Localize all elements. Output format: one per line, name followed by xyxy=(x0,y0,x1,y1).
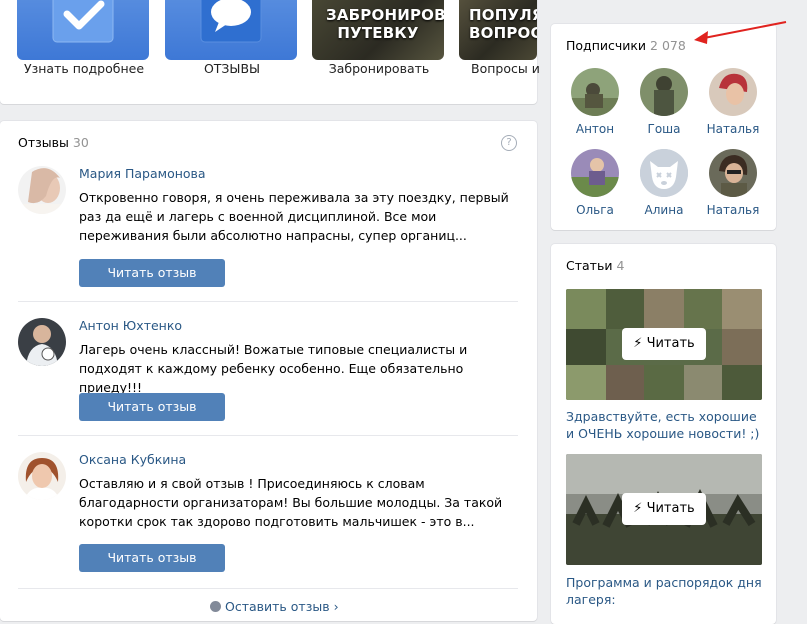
chevron-right-icon: › xyxy=(333,599,339,614)
avatar[interactable] xyxy=(709,149,757,197)
articles-title: Статьи xyxy=(566,258,613,273)
article-cover[interactable]: ⚡ Читать xyxy=(566,289,762,400)
reviews-card: Отзывы 30 ? Мария Парамонова Откровенно г… xyxy=(0,121,537,621)
subscribers-count: 2 078 xyxy=(650,38,686,53)
divider xyxy=(18,435,518,436)
tile-caption: ПОПУЛЯ ВОПРОС xyxy=(469,6,537,42)
subscriber-item[interactable]: Наталья xyxy=(701,149,765,217)
articles-count: 4 xyxy=(616,258,625,273)
lightning-icon: ⚡ xyxy=(633,501,643,516)
avatar[interactable] xyxy=(18,166,66,214)
avatar[interactable] xyxy=(640,68,688,116)
leave-review-link[interactable]: Оставить отзыв › xyxy=(210,599,339,614)
subscribers-card: Подписчики 2 078 Антон Гоша Наталья Ольга… xyxy=(551,24,776,230)
leave-review-label: Оставить отзыв xyxy=(225,599,330,614)
avatar[interactable] xyxy=(709,68,757,116)
avatar[interactable] xyxy=(640,149,688,197)
subscriber-item[interactable]: Алина xyxy=(632,149,696,217)
menu-item-learn-more[interactable]: Узнать подробнее xyxy=(17,0,151,76)
checkmark-icon xyxy=(52,0,114,43)
help-icon[interactable]: ? xyxy=(501,135,517,151)
menu-item-book[interactable]: ЗАБРОНИРОВАТЬ ПУТЕВКУ Забронировать xyxy=(312,0,446,76)
subscriber-name[interactable]: Антон xyxy=(563,122,627,136)
subscriber-item[interactable]: Ольга xyxy=(563,149,627,217)
read-review-button[interactable]: Читать отзыв xyxy=(79,259,225,287)
menu-card: Узнать подробнее ОТЗЫВЫ ЗАБРОНИРОВАТЬ ПУ… xyxy=(0,0,540,104)
review-author[interactable]: Оксана Кубкина xyxy=(79,452,186,467)
avatar[interactable] xyxy=(571,68,619,116)
menu-label: Вопросы и xyxy=(471,61,540,76)
read-review-button[interactable]: Читать отзыв xyxy=(79,544,225,572)
articles-card: Статьи 4 ⚡ Читать Здравствуйте, есть хоро… xyxy=(551,244,776,624)
divider xyxy=(18,588,518,589)
avatar[interactable] xyxy=(18,452,66,500)
avatar[interactable] xyxy=(571,149,619,197)
dot-icon xyxy=(210,601,221,612)
subscriber-item[interactable]: Наталья xyxy=(701,68,765,136)
menu-label: Узнать подробнее xyxy=(23,61,145,76)
articles-header[interactable]: Статьи 4 xyxy=(566,258,624,273)
read-label: Читать xyxy=(646,501,695,516)
avatar[interactable] xyxy=(18,318,66,366)
reviews-count: 30 xyxy=(72,135,89,150)
review-author[interactable]: Антон Юхтенко xyxy=(79,318,182,333)
default-avatar-icon xyxy=(640,149,688,197)
subscriber-item[interactable]: Антон xyxy=(563,68,627,136)
article-title[interactable]: Здравствуйте, есть хорошие и ОЧЕНЬ хорош… xyxy=(566,408,766,442)
subscriber-item[interactable]: Гоша xyxy=(632,68,696,136)
reviews-title: Отзывы xyxy=(18,135,69,150)
review-text: Откровенно говоря, я очень переживала за… xyxy=(79,190,509,243)
subscribers-header[interactable]: Подписчики 2 078 xyxy=(566,38,686,53)
reviews-header[interactable]: Отзывы 30 xyxy=(18,135,89,150)
lightning-icon: ⚡ xyxy=(633,336,643,351)
article-title[interactable]: Программа и распорядок дня лагеря: xyxy=(566,574,766,608)
read-article-button[interactable]: ⚡ Читать xyxy=(622,493,706,525)
read-article-button[interactable]: ⚡ Читать xyxy=(622,328,706,360)
subscriber-name[interactable]: Наталья xyxy=(701,122,765,136)
divider xyxy=(18,301,518,302)
subscriber-name[interactable]: Ольга xyxy=(563,203,627,217)
menu-tile[interactable]: ПОПУЛЯ ВОПРОС xyxy=(459,0,537,60)
menu-tile[interactable] xyxy=(17,0,149,60)
red-arrow-annotation xyxy=(694,21,787,44)
menu-tile[interactable] xyxy=(165,0,297,60)
subscriber-name[interactable]: Гоша xyxy=(632,122,696,136)
subscriber-name[interactable]: Алина xyxy=(632,203,696,217)
menu-label: Забронировать xyxy=(328,61,430,76)
menu-tile[interactable]: ЗАБРОНИРОВАТЬ ПУТЕВКУ xyxy=(312,0,444,60)
subscriber-name[interactable]: Наталья xyxy=(701,203,765,217)
tile-caption: ЗАБРОНИРОВАТЬ ПУТЕВКУ xyxy=(326,6,444,42)
review-text: Оставляю и я свой отзыв ! Присоединяюсь … xyxy=(79,476,503,529)
read-label: Читать xyxy=(646,336,695,351)
subscribers-title: Подписчики xyxy=(566,38,647,53)
article-cover[interactable]: ⚡ Читать xyxy=(566,454,762,565)
review-author[interactable]: Мария Парамонова xyxy=(79,166,206,181)
menu-label: ОТЗЫВЫ xyxy=(203,61,261,76)
menu-item-reviews[interactable]: ОТЗЫВЫ xyxy=(165,0,299,76)
speech-bubble-icon xyxy=(200,0,262,43)
read-review-button[interactable]: Читать отзыв xyxy=(79,393,225,421)
review-text: Лагерь очень классный! Вожатые типовые с… xyxy=(79,342,468,395)
